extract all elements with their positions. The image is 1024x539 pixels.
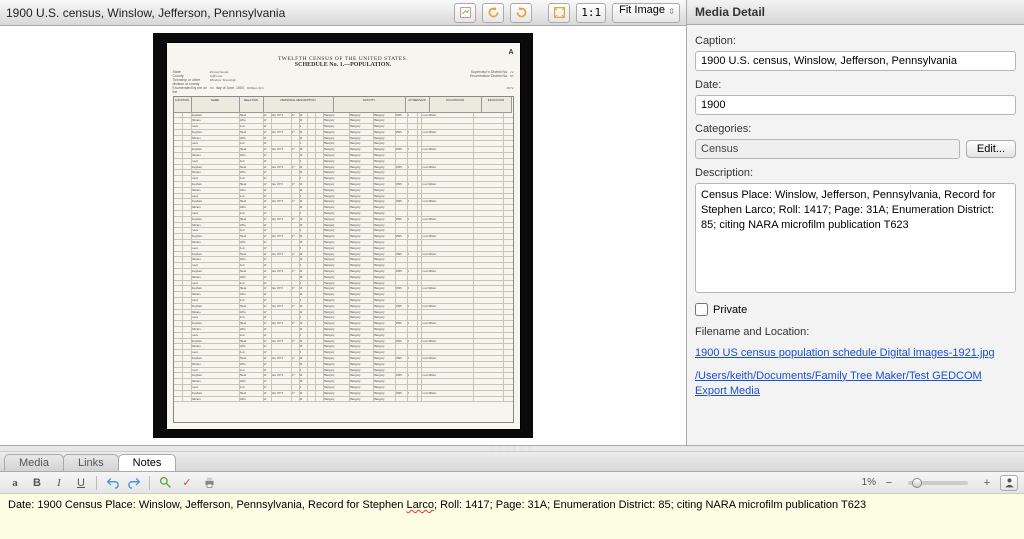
media-detail-header: Media Detail [687, 0, 1024, 25]
notes-body[interactable]: Date: 1900 Census Place: Winslow, Jeffer… [0, 494, 1024, 539]
bold-button[interactable]: B [28, 475, 46, 491]
fit-mode-select[interactable]: Fit Image⇳ [612, 3, 680, 23]
redo-button[interactable] [125, 475, 143, 491]
categories-value: Census [695, 139, 960, 159]
tab-media[interactable]: Media [4, 454, 64, 471]
notes-text-pre: Date: 1900 Census Place: Winslow, Jeffer… [8, 499, 406, 511]
caption-label: Caption: [695, 35, 1016, 47]
census-schedule: SCHEDULE No. 1.—POPULATION. [173, 62, 514, 68]
notes-wavy-word: Larco [406, 499, 434, 511]
fit-mode-label: Fit Image [619, 4, 665, 16]
filename-link[interactable]: 1900 US census population schedule Digit… [695, 346, 1016, 361]
document-image: A TWELFTH CENSUS OF THE UNITED STATES. S… [153, 33, 533, 438]
filename-label: Filename and Location: [695, 326, 1016, 338]
census-table: LOCATIONNAMERELATIONPERSONAL DESCRIPTION… [173, 96, 514, 423]
sheet-letter: A [508, 49, 513, 56]
description-label: Description: [695, 167, 1016, 179]
tabs-bar: Media Links Notes [0, 452, 1024, 472]
tab-notes[interactable]: Notes [118, 454, 177, 471]
separator [96, 476, 97, 490]
census-page: A TWELFTH CENSUS OF THE UNITED STATES. S… [166, 42, 521, 430]
private-label: Private [713, 304, 747, 316]
private-checkbox[interactable] [695, 303, 708, 316]
lower-panel: : : : : : : Media Links Notes a B I U ✓ … [0, 445, 1024, 539]
location-link[interactable]: /Users/keith/Documents/Family Tree Maker… [695, 369, 1016, 399]
zoom-out-button[interactable]: − [880, 475, 898, 491]
tab-links[interactable]: Links [63, 454, 119, 471]
person-button[interactable] [1000, 475, 1018, 491]
print-button[interactable] [200, 475, 218, 491]
zoom-in-button[interactable]: + [978, 475, 996, 491]
fit-window-button[interactable] [548, 3, 570, 23]
date-label: Date: [695, 79, 1016, 91]
notes-toolbar: a B I U ✓ 1% − + [0, 472, 1024, 494]
italic-button[interactable]: I [50, 475, 68, 491]
categories-label: Categories: [695, 123, 1016, 135]
categories-edit-button[interactable]: Edit... [966, 140, 1016, 158]
zoom-slider[interactable] [908, 481, 968, 485]
notes-text-post: ; Roll: 1417; Page: 31A; Enumeration Dis… [434, 499, 866, 511]
media-detail-panel: Media Detail Caption: Date: Categories: … [687, 0, 1024, 445]
description-textarea[interactable] [695, 183, 1016, 293]
undo-button[interactable] [103, 475, 121, 491]
underline-button[interactable]: U [72, 475, 90, 491]
chevron-updown-icon: ⇳ [668, 7, 675, 16]
rotate-right-button[interactable] [510, 3, 532, 23]
date-input[interactable] [695, 95, 1016, 115]
zoom-slider-knob[interactable] [912, 478, 922, 488]
font-button[interactable]: a [6, 475, 24, 491]
edit-image-button[interactable] [454, 3, 476, 23]
image-viewer-panel: 1900 U.S. census, Winslow, Jefferson, Pe… [0, 0, 687, 445]
separator [149, 476, 150, 490]
viewer-toolbar: 1900 U.S. census, Winslow, Jefferson, Pe… [0, 0, 686, 26]
viewer-title: 1900 U.S. census, Winslow, Jefferson, Pe… [6, 6, 448, 20]
rotate-left-button[interactable] [482, 3, 504, 23]
caption-input[interactable] [695, 51, 1016, 71]
zoom-percent: 1% [862, 477, 876, 488]
one-to-one-button[interactable]: 1:1 [576, 3, 606, 23]
spellcheck-button[interactable]: ✓ [178, 475, 196, 491]
find-button[interactable] [156, 475, 174, 491]
viewer-body[interactable]: A TWELFTH CENSUS OF THE UNITED STATES. S… [0, 26, 686, 445]
